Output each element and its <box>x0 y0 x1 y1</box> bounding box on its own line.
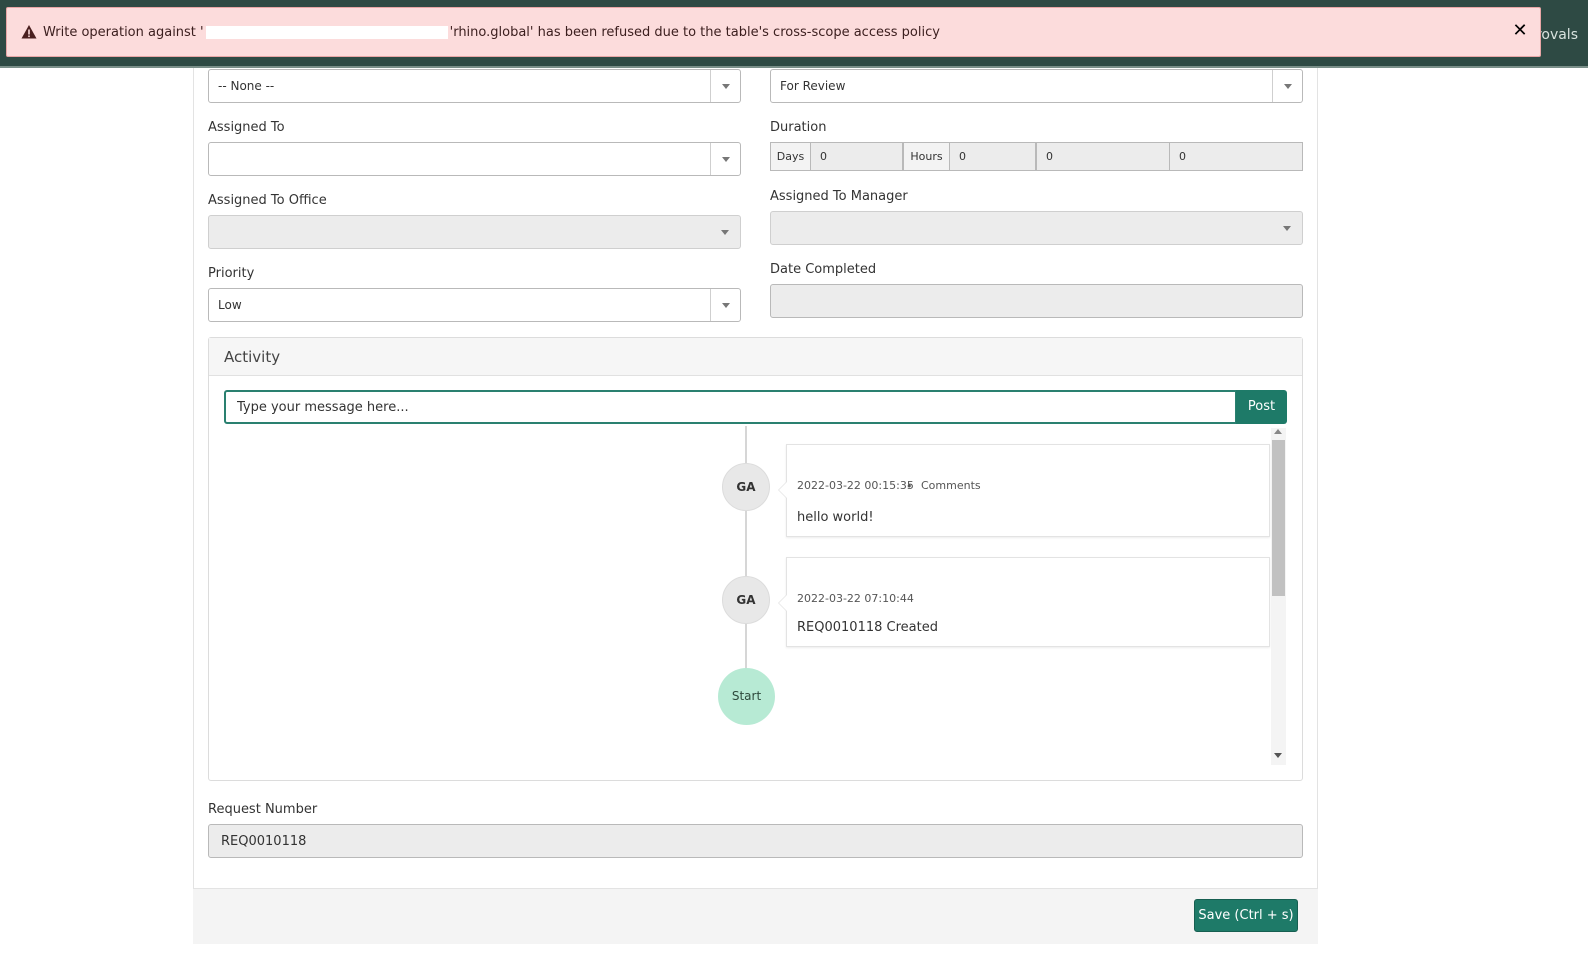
chevron-down-icon[interactable] <box>1272 70 1302 102</box>
activity-message-input[interactable] <box>224 390 1237 424</box>
duration-days-label: Days <box>770 142 811 171</box>
entry-body: hello world! <box>797 510 874 525</box>
select-value: Low <box>218 298 242 312</box>
entry-timestamp: 2022-03-22 07:10:44 <box>797 592 914 605</box>
scroll-down-arrow-icon[interactable] <box>1274 753 1282 758</box>
priority-label: Priority <box>208 266 255 281</box>
error-alert: Write operation against ' 'rhino.global'… <box>6 7 1541 57</box>
field-value: REQ0010118 <box>221 834 307 849</box>
alert-message-suffix: 'rhino.global' has been refused due to t… <box>449 24 940 40</box>
activity-entry: 2022-03-22 00:15:35 • Comments hello wor… <box>778 444 1270 537</box>
select-value: For Review <box>780 79 846 93</box>
avatar: GA <box>722 576 770 624</box>
timeline-start-node: Start <box>718 668 775 725</box>
request-number-field: REQ0010118 <box>208 824 1303 858</box>
close-icon[interactable]: ✕ <box>1510 21 1530 41</box>
chevron-down-icon <box>710 216 740 248</box>
assigned-to-manager-select <box>770 211 1303 245</box>
chevron-down-icon[interactable] <box>710 289 740 321</box>
duration-days-input[interactable]: 0 <box>810 142 903 171</box>
entry-timestamp: 2022-03-22 00:15:35 <box>797 479 914 492</box>
activity-title: Activity <box>224 348 281 366</box>
duration-seconds-input[interactable]: 0 <box>1169 142 1303 171</box>
assigned-to-label: Assigned To <box>208 120 285 135</box>
duration-minutes-input[interactable]: 0 <box>1036 142 1170 171</box>
entry-type: Comments <box>921 479 981 492</box>
alert-message-prefix: Write operation against ' <box>43 24 204 40</box>
activity-header: Activity <box>209 338 1302 376</box>
date-completed-field <box>770 284 1303 318</box>
assigned-to-manager-label: Assigned To Manager <box>770 189 908 204</box>
warning-triangle-icon <box>21 25 37 39</box>
entry-separator: • <box>906 480 913 493</box>
avatar: GA <box>722 463 770 511</box>
scroll-up-arrow-icon[interactable] <box>1274 429 1282 434</box>
form-footer <box>193 888 1318 944</box>
date-completed-label: Date Completed <box>770 262 877 277</box>
top-left-select[interactable]: -- None -- <box>208 69 741 103</box>
redacted-text <box>205 25 448 39</box>
duration-hours-input[interactable]: 0 <box>949 142 1036 171</box>
scrollbar-thumb[interactable] <box>1272 440 1285 596</box>
chevron-down-icon[interactable] <box>710 143 740 175</box>
assigned-to-select[interactable] <box>208 142 741 176</box>
duration-hours-label: Hours <box>903 142 950 171</box>
assigned-to-office-label: Assigned To Office <box>208 193 327 208</box>
chevron-down-icon[interactable] <box>710 70 740 102</box>
priority-select[interactable]: Low <box>208 288 741 322</box>
select-value: -- None -- <box>218 79 275 93</box>
activity-entry: 2022-03-22 07:10:44 REQ0010118 Created <box>778 557 1270 647</box>
entry-body: REQ0010118 Created <box>797 620 938 635</box>
state-select[interactable]: For Review <box>770 69 1303 103</box>
post-button[interactable]: Post <box>1236 390 1287 424</box>
chevron-down-icon <box>1272 212 1302 244</box>
request-number-label: Request Number <box>208 802 318 817</box>
duration-label: Duration <box>770 120 827 135</box>
assigned-to-office-select <box>208 215 741 249</box>
save-button[interactable]: Save (Ctrl + s) <box>1194 899 1298 932</box>
